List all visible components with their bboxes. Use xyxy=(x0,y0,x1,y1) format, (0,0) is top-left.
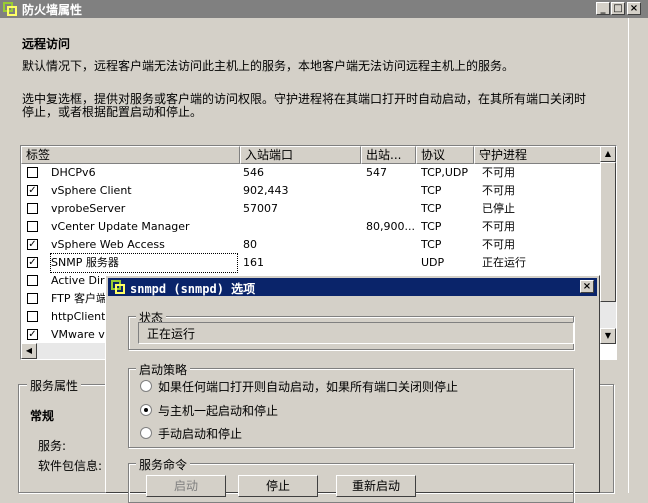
row-checkbox[interactable] xyxy=(27,221,38,232)
cell-inbound: 57007 xyxy=(243,202,278,215)
list-vscrollbar[interactable]: ▲ ▼ xyxy=(600,146,616,344)
status-field: 正在运行 xyxy=(138,322,574,344)
col-header-daemon[interactable]: 守护进程 xyxy=(474,146,601,164)
row-checkbox[interactable] xyxy=(27,275,38,286)
radio-manual[interactable] xyxy=(140,427,152,439)
snmpd-options-dialog[interactable]: snmpd (snmpd) 选项 × 状态 正在运行 启动策略 如果任何端口打开… xyxy=(105,275,600,503)
radio-auto-ports[interactable] xyxy=(140,380,152,392)
radio-manual-label[interactable]: 手动启动和停止 xyxy=(158,425,242,442)
row-checkbox[interactable]: ✓ xyxy=(27,185,38,196)
status-value: 正在运行 xyxy=(147,327,196,341)
cell-protocol: TCP xyxy=(421,220,442,233)
cell-daemon: 不可用 xyxy=(482,184,515,197)
cell-daemon: 不可用 xyxy=(482,220,515,233)
stop-button[interactable]: 停止 xyxy=(238,475,318,497)
window-title-bar[interactable]: 防火墙属性 _ □ × xyxy=(0,0,648,18)
col-header-outbound[interactable]: 出站... xyxy=(361,146,416,164)
cell-inbound: 161 xyxy=(243,256,264,269)
cell-protocol: TCP xyxy=(421,202,442,215)
cell-label: vprobeServer xyxy=(51,202,126,215)
row-checkbox[interactable]: ✓ xyxy=(27,257,38,268)
startup-policy-label: 启动策略 xyxy=(136,361,191,378)
scroll-left-button[interactable]: ◀ xyxy=(21,343,37,359)
minimize-button[interactable]: _ xyxy=(596,2,610,15)
radio-with-host[interactable] xyxy=(140,404,152,416)
cell-label: DHCPv6 xyxy=(51,166,96,179)
cell-daemon: 已停止 xyxy=(482,202,515,215)
vmware-app-icon xyxy=(111,280,125,294)
service-commands-label: 服务命令 xyxy=(136,456,191,473)
cell-inbound: 902,443 xyxy=(243,184,289,197)
row-checkbox[interactable] xyxy=(27,293,38,304)
start-button[interactable]: 启动 xyxy=(146,475,226,497)
dialog-title: snmpd (snmpd) 选项 xyxy=(130,282,256,296)
cell-protocol: TCP xyxy=(421,184,442,197)
col-header-label[interactable]: 标签 xyxy=(21,146,240,164)
service-label: 服务: xyxy=(38,439,67,453)
scroll-up-button[interactable]: ▲ xyxy=(600,146,616,162)
dialog-close-button[interactable]: × xyxy=(580,280,594,293)
cell-label: vSphere Client xyxy=(51,184,132,197)
scroll-down-button[interactable]: ▼ xyxy=(600,328,616,344)
close-button[interactable]: × xyxy=(627,2,641,15)
row-checkbox[interactable] xyxy=(27,203,38,214)
window-title: 防火墙属性 xyxy=(22,3,83,17)
row-checkbox[interactable]: ✓ xyxy=(27,239,38,250)
row-checkbox[interactable] xyxy=(27,311,38,322)
dialog-title-bar[interactable]: snmpd (snmpd) 选项 × xyxy=(108,278,597,296)
row-checkbox[interactable]: ✓ xyxy=(27,329,38,340)
col-header-protocol[interactable]: 协议 xyxy=(416,146,474,164)
table-row[interactable]: ✓ SNMP 服务器 161 UDP 正在运行 xyxy=(21,253,601,273)
radio-auto-ports-label[interactable]: 如果任何端口打开则自动启动，如果所有端口关闭则停止 xyxy=(158,378,458,395)
window-scrollbar[interactable] xyxy=(628,18,648,493)
cell-daemon: 正在运行 xyxy=(482,256,526,269)
scroll-thumb[interactable] xyxy=(600,162,616,302)
cell-protocol: UDP xyxy=(421,256,445,269)
table-row[interactable]: vprobeServer 57007 TCP 已停止 xyxy=(21,200,601,218)
remote-access-desc: 默认情况下，远程客户端无法访问此主机上的服务，本地客户端无法访问远程主机上的服务… xyxy=(22,59,515,73)
cell-daemon: 不可用 xyxy=(482,238,515,251)
cell-inbound: 546 xyxy=(243,166,264,179)
cell-label: vCenter Update Manager xyxy=(51,220,190,233)
col-header-inbound[interactable]: 入站端口 xyxy=(240,146,361,164)
package-info-label: 软件包信息: xyxy=(38,459,103,473)
cell-daemon: 不可用 xyxy=(482,166,515,179)
vmware-app-icon xyxy=(3,2,17,16)
table-row[interactable]: ✓ vSphere Web Access 80 TCP 不可用 xyxy=(21,236,601,254)
cell-protocol: TCP,UDP xyxy=(421,166,469,179)
cell-label: SNMP 服务器 xyxy=(50,253,238,273)
cell-label: vSphere Web Access xyxy=(51,238,165,251)
radio-with-host-label[interactable]: 与主机一起启动和停止 xyxy=(158,402,278,419)
cell-protocol: TCP xyxy=(421,238,442,251)
cell-outbound: 80,900... xyxy=(366,220,415,233)
maximize-button[interactable]: □ xyxy=(611,2,625,15)
remote-access-instructions-2: 停止，或者根据配置启动和停止。 xyxy=(22,105,203,119)
general-heading: 常规 xyxy=(30,409,55,423)
service-properties-label: 服务属性 xyxy=(27,377,82,394)
cell-outbound: 547 xyxy=(366,166,387,179)
remote-access-title: 远程访问 xyxy=(22,37,71,51)
row-checkbox[interactable] xyxy=(27,167,38,178)
table-row[interactable]: vCenter Update Manager 80,900... TCP 不可用 xyxy=(21,218,601,236)
restart-button[interactable]: 重新启动 xyxy=(336,475,416,497)
table-row[interactable]: ✓ vSphere Client 902,443 TCP 不可用 xyxy=(21,182,601,200)
list-hscrollbar[interactable]: ◀ xyxy=(21,343,111,359)
cell-inbound: 80 xyxy=(243,238,257,251)
table-row[interactable]: DHCPv6 546 547 TCP,UDP 不可用 xyxy=(21,164,601,182)
